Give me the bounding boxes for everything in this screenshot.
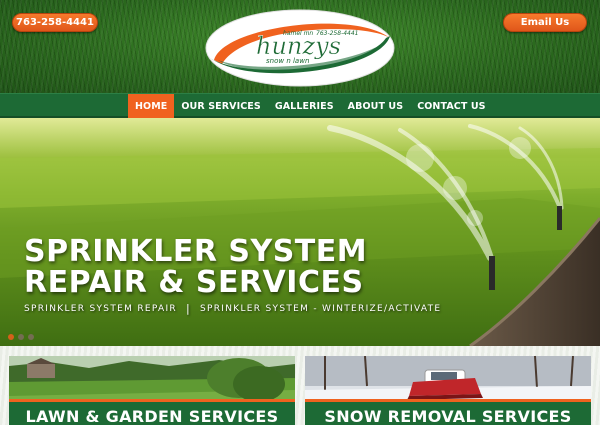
hero-subtitle-separator: | <box>186 302 192 315</box>
nav-item-label: ABOUT US <box>347 100 404 112</box>
hero-subtitle: SPRINKLER SYSTEM REPAIR | SPRINKLER SYST… <box>24 302 441 315</box>
email-us-button[interactable]: Email Us <box>503 13 587 32</box>
nav-item-galleries[interactable]: GALLERIES <box>268 94 341 118</box>
nav-item-label: CONTACT US <box>417 100 486 112</box>
slider-dot-2[interactable] <box>18 334 24 340</box>
hero-title-line2: REPAIR & SERVICES <box>24 265 364 300</box>
slider-dots <box>8 334 34 340</box>
nav-item-home[interactable]: HOME <box>128 94 175 118</box>
logo-tagline: snow n lawn <box>266 57 309 65</box>
logo-brand: hunzys <box>256 32 341 60</box>
site-header: 763-258-4441 hamel mn 763-258-4441 hunzy… <box>0 0 600 93</box>
phone-number: 763-258-4441 <box>16 17 94 28</box>
hunzys-logo[interactable]: hamel mn 763-258-4441 hunzys snow n lawn <box>204 8 396 88</box>
hero-slider[interactable]: SPRINKLER SYSTEM REPAIR & SERVICES SPRIN… <box>0 118 600 346</box>
nav-item-label: HOME <box>135 100 168 112</box>
slider-dot-1[interactable] <box>8 334 14 340</box>
lawn-garden-title: LAWN & GARDEN SERVICES <box>9 399 295 425</box>
phone-button[interactable]: 763-258-4441 <box>12 13 98 32</box>
page: 763-258-4441 hamel mn 763-258-4441 hunzy… <box>0 0 600 425</box>
hero-subtitle-right: SPRINKLER SYSTEM - WINTERIZE/ACTIVATE <box>200 303 442 314</box>
main-nav: HOME OUR SERVICES GALLERIES ABOUT US CON… <box>0 93 600 118</box>
slider-dot-3[interactable] <box>28 334 34 340</box>
nav-item-our-services[interactable]: OUR SERVICES <box>174 94 267 118</box>
hero-subtitle-left: SPRINKLER SYSTEM REPAIR <box>24 303 177 314</box>
nav-item-contact-us[interactable]: CONTACT US <box>410 94 492 118</box>
hero-title-line1: SPRINKLER SYSTEM <box>24 234 368 269</box>
lawn-garden-card[interactable]: LAWN & GARDEN SERVICES <box>9 356 295 425</box>
snow-removal-card[interactable]: SNOW REMOVAL SERVICES <box>305 356 591 425</box>
email-us-label: Email Us <box>520 17 570 28</box>
nav-item-about-us[interactable]: ABOUT US <box>341 94 411 118</box>
nav-item-label: GALLERIES <box>274 100 334 112</box>
nav-item-label: OUR SERVICES <box>181 100 261 112</box>
snow-removal-title: SNOW REMOVAL SERVICES <box>305 399 591 425</box>
